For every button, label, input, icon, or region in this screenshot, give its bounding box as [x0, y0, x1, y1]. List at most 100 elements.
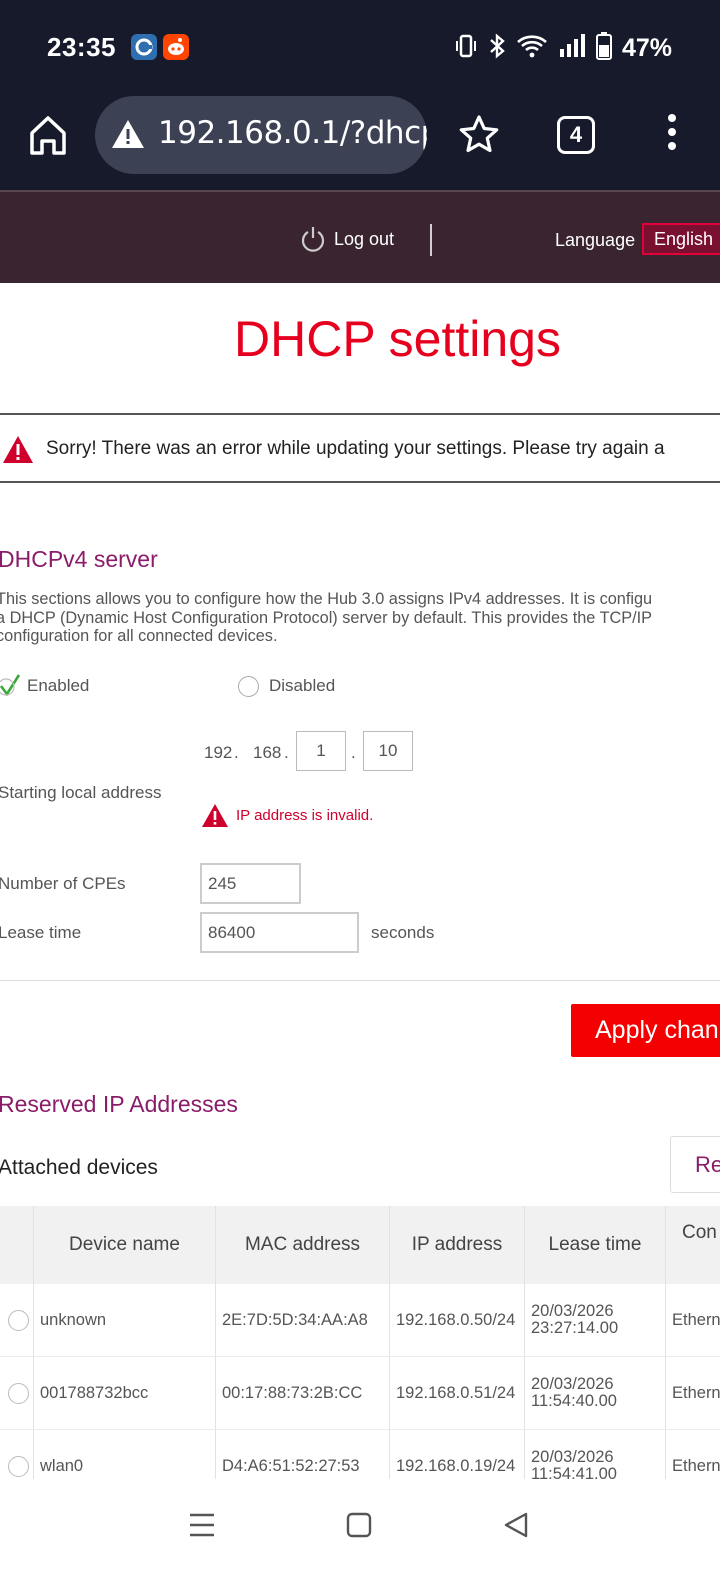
lease-date: 20/03/2026 — [531, 1448, 614, 1466]
dhcpv4-section-title: DHCPv4 server — [0, 546, 158, 572]
router-header: Log out Language English — [0, 190, 720, 283]
mac-cell: 2E:7D:5D:34:AA:A8 — [216, 1284, 390, 1356]
vibrate-icon — [454, 33, 478, 64]
dhcpv4-description: This sections allows you to configure ho… — [0, 590, 720, 646]
enabled-check-icon[interactable] — [0, 673, 20, 697]
battery-icon — [595, 31, 612, 65]
device-name-cell: wlan0 — [34, 1430, 216, 1479]
wifi-icon — [516, 33, 548, 64]
ip-cell: 192.168.0.19/24 — [390, 1430, 525, 1479]
description-line: This sections allows you to configure ho… — [0, 590, 653, 608]
error-banner: Sorry! There was an error while updating… — [0, 413, 720, 483]
device-name-cell: 001788732bcc — [34, 1357, 216, 1429]
mac-cell: D4:A6:51:52:27:53 — [216, 1430, 390, 1479]
row-select-cell — [0, 1284, 34, 1356]
back-nav-icon[interactable] — [503, 1511, 529, 1539]
logout-label: Log out — [334, 228, 395, 249]
app-c-icon — [131, 34, 157, 60]
ip-octet-4-input[interactable]: 10 — [363, 731, 413, 771]
column-header-lease: Lease time — [525, 1206, 666, 1284]
logout-button[interactable]: Log out — [300, 224, 394, 254]
battery-percent: 47% — [621, 33, 672, 62]
lease-cell: 20/03/2026 11:54:41.00 — [525, 1430, 666, 1479]
column-header-connection: Con — [666, 1206, 720, 1284]
header-divider — [430, 224, 432, 256]
status-bar: 23:35 47% — [0, 30, 720, 66]
lease-unit-label: seconds — [371, 923, 435, 942]
row-select-radio[interactable] — [8, 1455, 29, 1477]
row-select-cell — [0, 1357, 34, 1429]
status-icons: 47% — [454, 30, 672, 66]
connection-cell: Ethern — [666, 1284, 720, 1356]
lease-clock: 11:54:40.00 — [531, 1392, 617, 1410]
mac-cell: 00:17:88:73:2B:CC — [216, 1357, 390, 1429]
table-row[interactable]: wlan0 D4:A6:51:52:27:53 192.168.0.19/24 … — [0, 1430, 720, 1479]
system-navigation-bar — [0, 1479, 720, 1569]
browser-toolbar: 192.168.0.1/?dhcp 4 — [0, 96, 720, 176]
language-label: Language — [555, 230, 636, 250]
star-icon — [459, 115, 499, 153]
overflow-menu-button[interactable] — [662, 114, 682, 158]
status-time: 23:35 — [47, 32, 116, 62]
row-select-cell — [0, 1430, 34, 1479]
signal-icon — [558, 33, 586, 64]
section-divider — [0, 980, 720, 981]
enabled-label: Enabled — [27, 676, 90, 695]
attached-devices-table: Device name MAC address IP address Lease… — [0, 1206, 720, 1479]
disabled-radio[interactable] — [238, 676, 259, 697]
select-column-header — [0, 1206, 34, 1284]
ip-dot: . — [284, 743, 289, 762]
bookmark-button[interactable] — [458, 114, 500, 156]
ip-dot: . — [234, 743, 239, 762]
device-name-cell: unknown — [34, 1284, 216, 1356]
ip-octet-2: 168 — [253, 743, 282, 762]
ip-octet-1: 192 — [204, 743, 233, 762]
tab-switcher-button[interactable]: 4 — [557, 116, 595, 154]
page-title: DHCP settings — [234, 311, 561, 367]
lease-cell: 20/03/2026 11:54:40.00 — [525, 1357, 666, 1429]
address-bar[interactable]: 192.168.0.1/?dhcp — [95, 96, 427, 174]
home-button[interactable] — [28, 114, 68, 156]
lease-date: 20/03/2026 — [531, 1302, 614, 1320]
description-line: configuration for all connected devices. — [0, 627, 278, 645]
row-select-radio[interactable] — [8, 1309, 29, 1331]
ip-octet-3-input[interactable]: 1 — [296, 731, 346, 771]
column-header-device-name: Device name — [34, 1206, 216, 1284]
ip-cell: 192.168.0.51/24 — [390, 1357, 525, 1429]
column-header-mac: MAC address — [216, 1206, 390, 1284]
apply-changes-button[interactable]: Apply chan — [571, 1004, 720, 1057]
ip-error-icon — [202, 804, 228, 827]
home-icon — [30, 116, 66, 155]
cpes-input[interactable]: 245 — [200, 863, 301, 904]
table-row[interactable]: unknown 2E:7D:5D:34:AA:A8 192.168.0.50/2… — [0, 1284, 720, 1357]
lease-clock: 11:54:41.00 — [531, 1465, 617, 1480]
not-secure-warning-icon — [112, 120, 144, 148]
reserved-section-title: Reserved IP Addresses — [0, 1091, 238, 1117]
ip-cell: 192.168.0.50/24 — [390, 1284, 525, 1356]
power-icon — [301, 227, 325, 252]
description-line: a DHCP (Dynamic Host Configuration Proto… — [0, 608, 653, 627]
row-select-radio[interactable] — [8, 1382, 29, 1404]
ip-dot: . — [351, 743, 356, 762]
lease-time-input[interactable]: 86400 — [200, 912, 359, 953]
ip-error-message: IP address is invalid. — [236, 807, 374, 824]
error-warning-icon — [3, 436, 33, 463]
lease-date: 20/03/2026 — [531, 1375, 614, 1393]
attached-devices-label: Attached devices — [0, 1156, 158, 1179]
reserve-button[interactable]: Re — [670, 1136, 720, 1193]
lease-time-label: Lease time — [0, 923, 82, 942]
bluetooth-icon — [488, 32, 506, 64]
recent-apps-icon[interactable] — [188, 1512, 216, 1538]
disabled-label: Disabled — [269, 676, 336, 695]
reddit-icon — [163, 34, 189, 60]
column-header-ip: IP address — [390, 1206, 525, 1284]
home-nav-icon[interactable] — [346, 1512, 372, 1538]
language-select[interactable]: English — [642, 223, 720, 255]
connection-cell: Ethern — [666, 1357, 720, 1429]
system-top-area: 23:35 47% 192.168.0.1/?dhcp 4 — [0, 0, 720, 190]
starting-address-label: Starting local address — [0, 783, 162, 802]
url-text: 192.168.0.1/?dhcp — [158, 115, 427, 151]
connection-cell: Ethern — [666, 1430, 720, 1479]
lease-cell: 20/03/2026 23:27:14.00 — [525, 1284, 666, 1356]
table-row[interactable]: 001788732bcc 00:17:88:73:2B:CC 192.168.0… — [0, 1357, 720, 1430]
